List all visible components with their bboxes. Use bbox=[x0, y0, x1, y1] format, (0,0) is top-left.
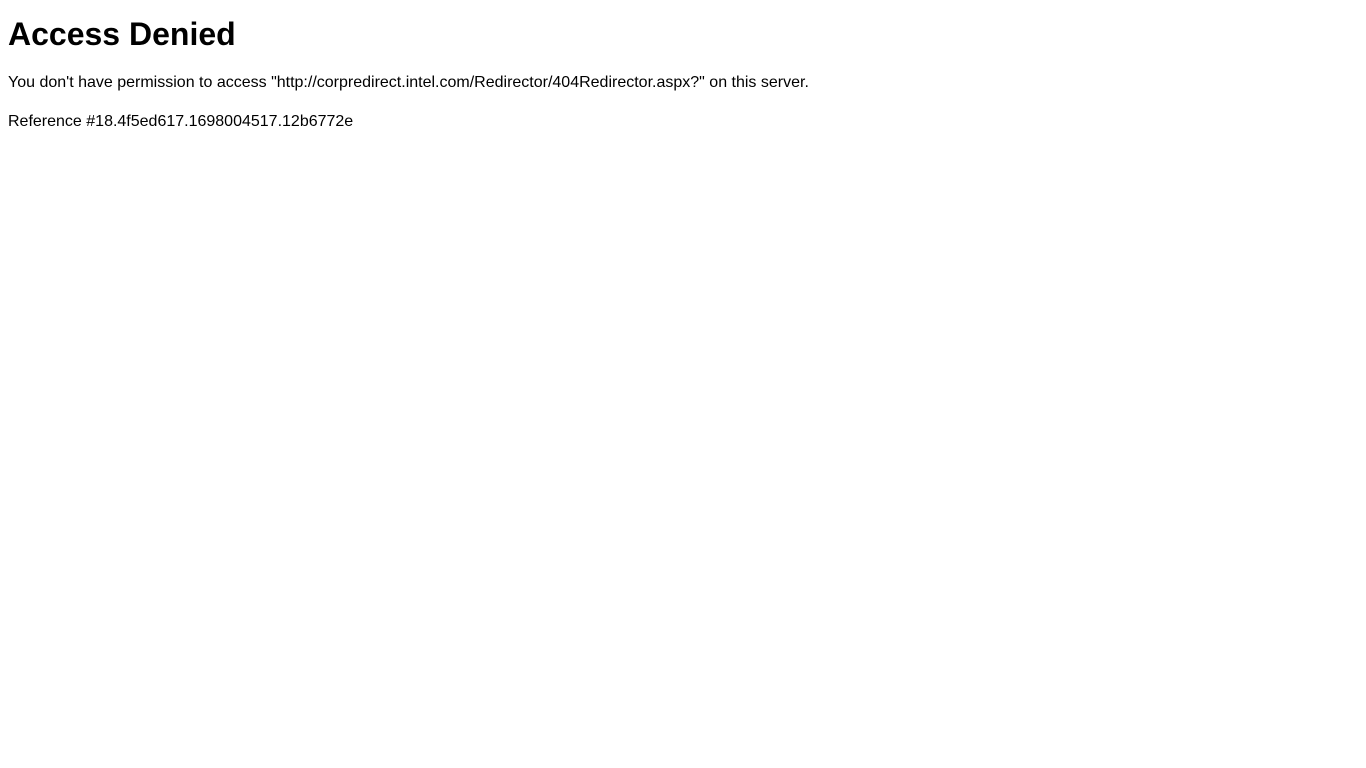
error-message: You don't have permission to access "htt… bbox=[8, 73, 1358, 94]
page-title: Access Denied bbox=[8, 8, 1358, 53]
error-reference: Reference #18.4f5ed617.1698004517.12b677… bbox=[8, 112, 1358, 133]
